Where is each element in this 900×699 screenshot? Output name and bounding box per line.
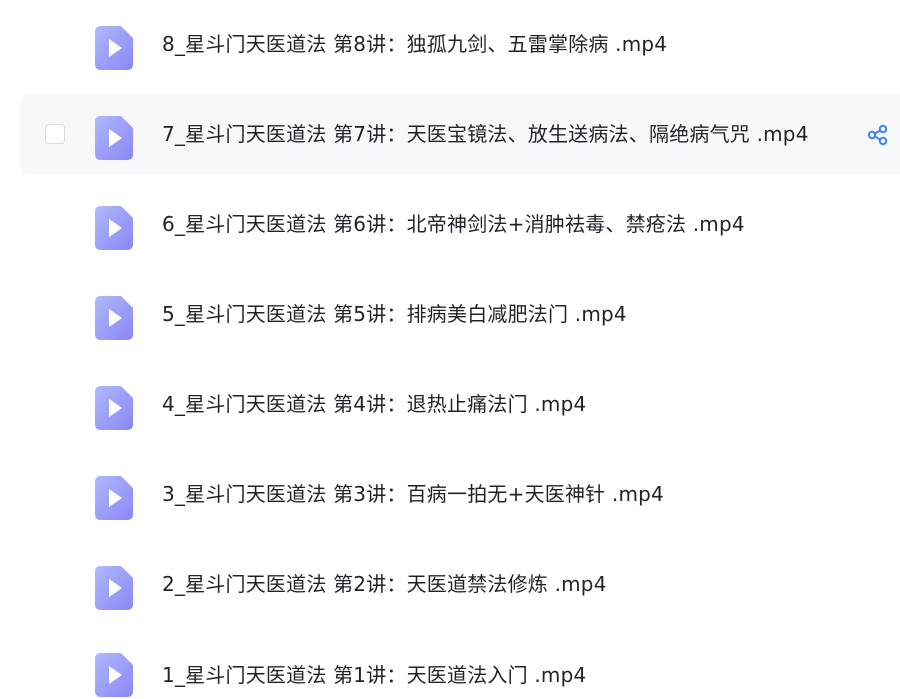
- file-row-7[interactable]: 7_星斗门天医道法 第7讲：天医宝镜法、放生送病法、隔绝病气咒 .mp4: [20, 94, 900, 174]
- file-name[interactable]: 7_星斗门天医道法 第7讲：天医宝镜法、放生送病法、隔绝病气咒 .mp4: [162, 94, 809, 174]
- file-name[interactable]: 4_星斗门天医道法 第4讲：退热止痛法门 .mp4: [162, 364, 586, 444]
- video-file-icon: [95, 566, 133, 610]
- file-name[interactable]: 8_星斗门天医道法 第8讲：独孤九剑、五雷掌除病 .mp4: [162, 4, 667, 84]
- file-name[interactable]: 3_星斗门天医道法 第3讲：百病一拍无+天医神针 .mp4: [162, 454, 664, 534]
- video-file-icon: [95, 26, 133, 70]
- file-name[interactable]: 1_星斗门天医道法 第1讲：天医道法入门 .mp4: [162, 635, 586, 699]
- file-row-5[interactable]: 5_星斗门天医道法 第5讲：排病美白减肥法门 .mp4: [20, 274, 900, 354]
- select-checkbox[interactable]: [45, 124, 65, 144]
- file-row-2[interactable]: 2_星斗门天医道法 第2讲：天医道禁法修炼 .mp4: [20, 544, 900, 624]
- video-file-icon: [95, 296, 133, 340]
- video-file-icon: [95, 653, 133, 697]
- file-name[interactable]: 5_星斗门天医道法 第5讲：排病美白减肥法门 .mp4: [162, 274, 627, 354]
- video-file-icon: [95, 386, 133, 430]
- file-row-8[interactable]: 8_星斗门天医道法 第8讲：独孤九剑、五雷掌除病 .mp4: [20, 4, 900, 84]
- file-row-4[interactable]: 4_星斗门天医道法 第4讲：退热止痛法门 .mp4: [20, 364, 900, 444]
- file-name[interactable]: 2_星斗门天医道法 第2讲：天医道禁法修炼 .mp4: [162, 544, 607, 624]
- video-file-icon: [95, 476, 133, 520]
- file-row-3[interactable]: 3_星斗门天医道法 第3讲：百病一拍无+天医神针 .mp4: [20, 454, 900, 534]
- file-name[interactable]: 6_星斗门天医道法 第6讲：北帝神剑法+消肿祛毒、禁疮法 .mp4: [162, 184, 745, 264]
- file-list: 8_星斗门天医道法 第8讲：独孤九剑、五雷掌除病 .mp4 7_星斗门天医道法 …: [0, 0, 900, 699]
- share-icon[interactable]: [867, 124, 889, 146]
- video-file-icon: [95, 116, 133, 160]
- video-file-icon: [95, 206, 133, 250]
- file-row-1[interactable]: 1_星斗门天医道法 第1讲：天医道法入门 .mp4: [20, 619, 900, 699]
- file-row-6[interactable]: 6_星斗门天医道法 第6讲：北帝神剑法+消肿祛毒、禁疮法 .mp4: [20, 184, 900, 264]
